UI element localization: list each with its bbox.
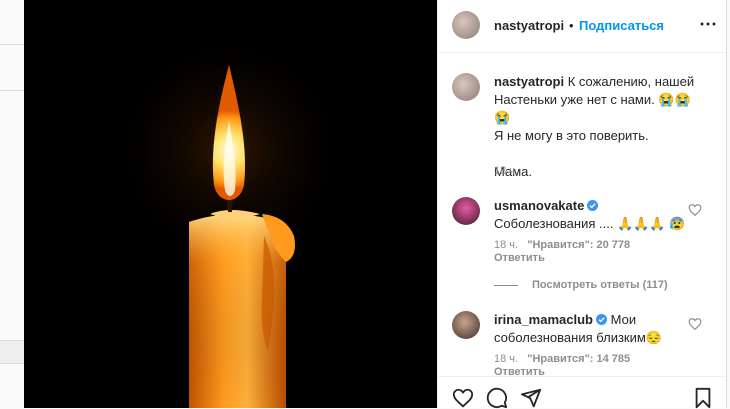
- caption-line: Я не могу в это поверить.: [494, 128, 649, 143]
- follow-button[interactable]: Подписаться: [579, 18, 664, 33]
- comment-likes[interactable]: "Нравится": 20 778: [527, 239, 630, 251]
- header-username[interactable]: nastyatropi: [494, 18, 564, 33]
- comment-likes[interactable]: "Нравится": 14 785: [527, 353, 630, 365]
- view-replies-button[interactable]: Посмотреть ответы (117): [494, 279, 668, 291]
- background-card-edge: [0, 340, 24, 364]
- comment-text: irina_mamaclub Мои соболезнования близки…: [494, 311, 704, 347]
- view-replies-label: Посмотреть ответы (117): [532, 279, 668, 291]
- comment-meta: 18 ч. "Нравится": 14 785: [494, 353, 630, 365]
- comment-username[interactable]: irina_mamaclub: [494, 312, 593, 327]
- avatar[interactable]: [452, 11, 480, 39]
- more-icon[interactable]: [696, 12, 720, 36]
- post-side-panel: nastyatropi • Подписаться nastyatropi К …: [437, 0, 727, 409]
- verified-badge-icon: [587, 200, 599, 211]
- caption-text: nastyatropi К сожалению, нашей Настеньки…: [494, 73, 704, 181]
- heart-icon[interactable]: [688, 317, 702, 331]
- comment-meta: 18 ч. "Нравится": 20 778: [494, 239, 630, 251]
- comment-time[interactable]: 18 ч.: [494, 239, 518, 251]
- bookmark-icon[interactable]: [692, 387, 714, 409]
- background-feed-strip: [0, 0, 24, 408]
- avatar[interactable]: [452, 73, 480, 101]
- caption-line: К сожалению, нашей: [567, 74, 695, 89]
- heart-icon[interactable]: [688, 203, 702, 217]
- reply-button[interactable]: Ответить: [494, 252, 545, 264]
- comment-icon[interactable]: [486, 387, 508, 409]
- action-bar: [438, 376, 727, 409]
- divider: [0, 90, 24, 91]
- avatar[interactable]: [452, 311, 480, 339]
- share-icon[interactable]: [520, 387, 542, 409]
- comment-body: Мои: [610, 312, 637, 327]
- comment-time[interactable]: 18 ч.: [494, 353, 518, 365]
- heart-icon[interactable]: [452, 387, 474, 409]
- comments-list: nastyatropi К сожалению, нашей Настеньки…: [438, 53, 727, 375]
- post-header: nastyatropi • Подписаться: [438, 0, 727, 53]
- caption-username[interactable]: nastyatropi: [494, 74, 564, 89]
- divider: [0, 44, 24, 45]
- comment-text: usmanovakate Соболезнования .... 🙏🙏🙏 😰: [494, 197, 704, 233]
- caption-time[interactable]: 18 ч.: [494, 165, 518, 177]
- caption-line: Настеньки уже нет с нами. 😭😭😭: [494, 92, 691, 125]
- comment-body: соболезнования близким😔: [494, 330, 662, 345]
- scrollbar-edge: [726, 0, 730, 408]
- separator-dot: •: [569, 18, 574, 33]
- reply-button[interactable]: Ответить: [494, 366, 545, 375]
- candle-image: [24, 0, 437, 408]
- comment-username[interactable]: usmanovakate: [494, 198, 584, 213]
- verified-badge-icon: [596, 314, 607, 325]
- post-photo[interactable]: [24, 0, 437, 408]
- comment-body: Соболезнования .... 🙏🙏🙏 😰: [494, 216, 686, 231]
- divider: [494, 284, 518, 286]
- avatar[interactable]: [452, 197, 480, 225]
